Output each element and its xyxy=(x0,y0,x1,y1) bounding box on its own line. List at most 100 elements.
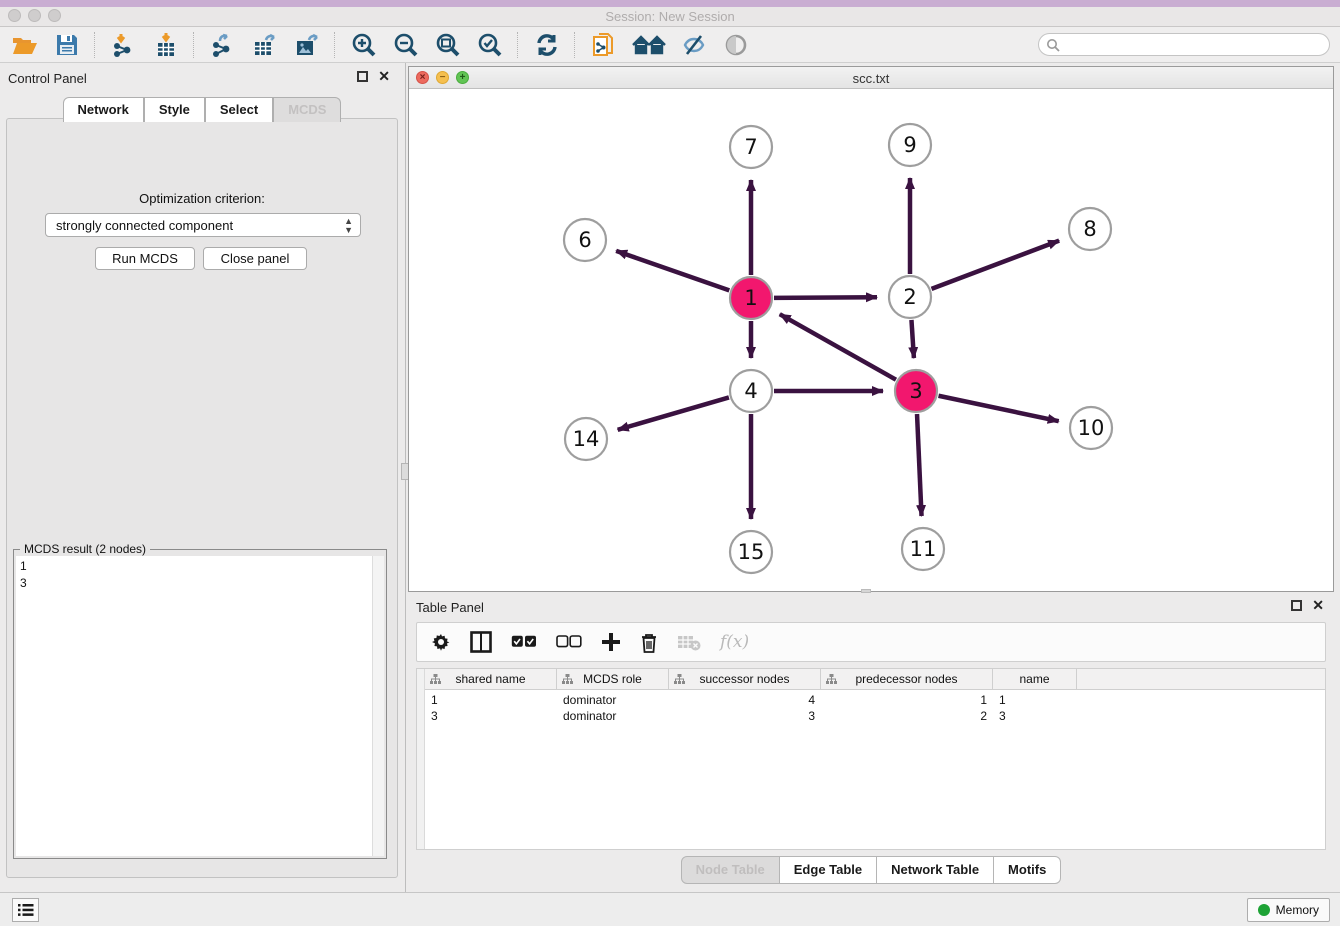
task-list-icon xyxy=(18,903,34,917)
toolbar-separator xyxy=(193,32,194,58)
tab-motifs[interactable]: Motifs xyxy=(994,856,1061,884)
close-panel-icon[interactable]: ✕ xyxy=(378,71,390,82)
control-panel: Control Panel ✕ Network Style Select MCD… xyxy=(0,63,404,892)
cell-successor-nodes[interactable]: 4 xyxy=(669,692,821,708)
close-panel-button[interactable]: Close panel xyxy=(203,247,307,270)
graph-node-label-3: 3 xyxy=(909,379,922,403)
float-panel-icon[interactable] xyxy=(357,71,368,82)
table-panel: Table Panel ✕ f(x) shared name MCDS role xyxy=(408,596,1334,888)
open-file-icon[interactable] xyxy=(10,31,40,59)
select-all-checkboxes-icon[interactable] xyxy=(511,635,537,649)
graph-edge-2-3[interactable] xyxy=(911,320,913,358)
mcds-result-group: MCDS result (2 nodes) 1 3 xyxy=(13,549,387,859)
memory-status-icon xyxy=(1258,904,1270,916)
graph-edge-3-10[interactable] xyxy=(939,396,1059,421)
graph-edge-1-2[interactable] xyxy=(774,297,877,298)
tab-style[interactable]: Style xyxy=(144,97,205,122)
memory-button[interactable]: Memory xyxy=(1247,898,1330,922)
optimization-criterion-select[interactable]: strongly connected component ▲▼ xyxy=(45,213,361,237)
table-panel-title: Table Panel xyxy=(416,600,484,615)
hierarchy-icon xyxy=(562,674,573,685)
zoom-out-icon[interactable] xyxy=(391,31,421,59)
graph-edge-3-1[interactable] xyxy=(780,314,896,380)
delete-row-icon[interactable] xyxy=(640,632,658,653)
cell-mcds-role[interactable]: dominator xyxy=(557,692,669,708)
network-resize-handle[interactable] xyxy=(861,589,871,593)
column-header-shared-name[interactable]: shared name xyxy=(425,669,557,689)
tab-network-table[interactable]: Network Table xyxy=(877,856,994,884)
tab-select[interactable]: Select xyxy=(205,97,273,122)
toolbar-separator xyxy=(334,32,335,58)
network-window-titlebar[interactable]: × − + scc.txt xyxy=(409,67,1333,89)
status-bar: Memory xyxy=(0,892,1340,926)
cell-shared-name[interactable]: 3 xyxy=(425,708,557,724)
graph-node-label-7: 7 xyxy=(744,135,757,159)
column-header-successor-nodes[interactable]: successor nodes xyxy=(669,669,821,689)
result-scrollbar[interactable] xyxy=(372,556,384,856)
node-table[interactable]: shared name MCDS role successor nodes pr… xyxy=(416,668,1326,850)
column-header-predecessor-nodes[interactable]: predecessor nodes xyxy=(821,669,993,689)
toolbar-separator xyxy=(517,32,518,58)
graph-node-label-6: 6 xyxy=(578,228,591,252)
refresh-network-icon[interactable] xyxy=(532,31,562,59)
import-table-icon[interactable] xyxy=(151,31,181,59)
zoom-in-icon[interactable] xyxy=(349,31,379,59)
import-network-icon[interactable] xyxy=(109,31,139,59)
save-session-icon[interactable] xyxy=(52,31,82,59)
cell-mcds-role[interactable]: dominator xyxy=(557,708,669,724)
search-input[interactable] xyxy=(1060,34,1329,55)
eye-icon[interactable] xyxy=(721,31,751,59)
graph-node-label-1: 1 xyxy=(744,286,757,310)
clone-network-icon[interactable] xyxy=(589,31,619,59)
network-window-title: scc.txt xyxy=(409,71,1333,86)
column-header-name[interactable]: name xyxy=(993,669,1077,689)
network-canvas[interactable]: 1234678910111415 xyxy=(409,89,1333,592)
cell-successor-nodes[interactable]: 3 xyxy=(669,708,821,724)
column-layout-icon[interactable] xyxy=(470,631,492,653)
search-field[interactable] xyxy=(1038,33,1330,56)
graph-edge-1-6[interactable] xyxy=(616,251,729,291)
graph-node-label-11: 11 xyxy=(910,537,937,561)
show-hide-graphics-icon[interactable] xyxy=(679,31,709,59)
table-row[interactable]: 1 dominator 4 1 1 xyxy=(425,692,1325,708)
cell-shared-name[interactable]: 1 xyxy=(425,692,557,708)
mcds-result-text[interactable]: 1 3 xyxy=(16,556,372,856)
graph-edge-4-14[interactable] xyxy=(618,397,729,429)
cell-predecessor-nodes[interactable]: 1 xyxy=(821,692,993,708)
delete-table-icon[interactable] xyxy=(677,633,701,651)
app-titlebar: Session: New Session xyxy=(0,0,1340,27)
tab-node-table[interactable]: Node Table xyxy=(681,856,780,884)
task-history-button[interactable] xyxy=(12,898,39,922)
home-icon[interactable] xyxy=(631,31,667,59)
hierarchy-icon xyxy=(674,674,685,685)
graph-edge-3-11[interactable] xyxy=(917,414,922,516)
graph-node-label-8: 8 xyxy=(1083,217,1096,241)
zoom-fit-icon[interactable] xyxy=(433,31,463,59)
tab-network[interactable]: Network xyxy=(63,97,144,122)
network-view-window: × − + scc.txt 1234678910111415 xyxy=(408,66,1334,592)
tab-edge-table[interactable]: Edge Table xyxy=(780,856,877,884)
column-header-mcds-role[interactable]: MCDS role xyxy=(557,669,669,689)
settings-gear-icon[interactable] xyxy=(431,632,451,652)
control-panel-window-buttons: ✕ xyxy=(357,71,390,82)
graph-node-label-4: 4 xyxy=(744,379,757,403)
add-row-icon[interactable] xyxy=(601,632,621,652)
deselect-all-checkboxes-icon[interactable] xyxy=(556,635,582,649)
cell-predecessor-nodes[interactable]: 2 xyxy=(821,708,993,724)
run-mcds-button[interactable]: Run MCDS xyxy=(95,247,195,270)
table-row[interactable]: 3 dominator 3 2 3 xyxy=(425,708,1325,724)
table-toolbar: f(x) xyxy=(416,622,1326,662)
float-panel-icon[interactable] xyxy=(1291,600,1302,611)
export-network-icon[interactable] xyxy=(208,31,238,59)
zoom-selected-icon[interactable] xyxy=(475,31,505,59)
function-builder-icon[interactable]: f(x) xyxy=(720,632,749,652)
export-image-icon[interactable] xyxy=(292,31,322,59)
export-table-icon[interactable] xyxy=(250,31,280,59)
close-panel-icon[interactable]: ✕ xyxy=(1312,600,1324,611)
graph-edge-2-8[interactable] xyxy=(932,241,1060,289)
toolbar-separator xyxy=(94,32,95,58)
toolbar-separator xyxy=(574,32,575,58)
cell-name[interactable]: 1 xyxy=(993,692,1077,708)
cell-name[interactable]: 3 xyxy=(993,708,1077,724)
tab-mcds[interactable]: MCDS xyxy=(273,97,341,122)
